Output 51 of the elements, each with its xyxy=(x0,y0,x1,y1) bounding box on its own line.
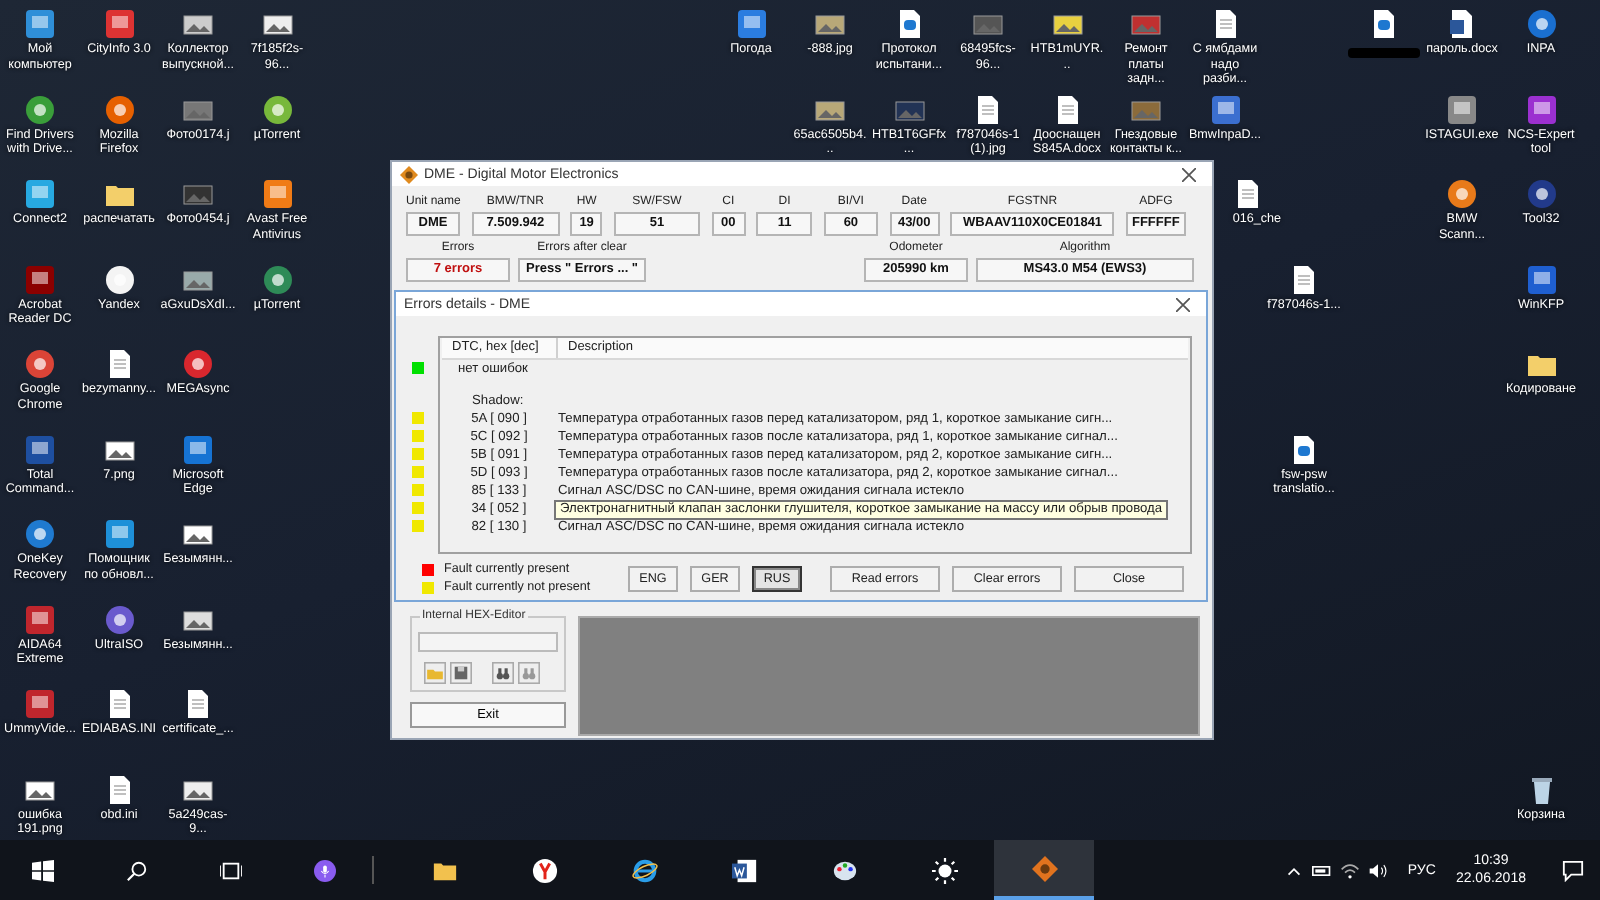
close-icon[interactable] xyxy=(1182,167,1196,181)
browser-icon xyxy=(631,857,657,883)
app-icon[interactable] xyxy=(103,93,135,125)
document-app-icon xyxy=(731,857,757,883)
app-icon[interactable] xyxy=(24,433,56,465)
app-icon[interactable] xyxy=(24,603,56,635)
diamond-app-icon xyxy=(1031,855,1057,881)
document-icon[interactable] xyxy=(182,688,214,720)
task-view-icon[interactable] xyxy=(220,859,242,881)
app-icon[interactable] xyxy=(103,8,135,40)
close-icon[interactable] xyxy=(1176,297,1190,311)
app-icon[interactable] xyxy=(24,348,56,380)
app-icon[interactable] xyxy=(24,688,56,720)
document-icon[interactable] xyxy=(1288,433,1320,465)
app-icon[interactable] xyxy=(103,518,135,550)
binoculars-icon[interactable] xyxy=(492,662,514,684)
app-icon[interactable] xyxy=(1525,263,1557,295)
app-icon[interactable] xyxy=(261,263,293,295)
app-icon xyxy=(400,165,418,183)
app-icon[interactable] xyxy=(182,348,214,380)
app-icon[interactable] xyxy=(1525,178,1557,210)
document-icon[interactable] xyxy=(972,93,1004,125)
document-icon[interactable] xyxy=(1446,8,1478,40)
search-icon[interactable] xyxy=(126,859,148,881)
app-icon[interactable] xyxy=(261,178,293,210)
speaker-icon[interactable] xyxy=(1367,861,1388,879)
hex-input-field[interactable] xyxy=(418,632,558,652)
notification-icon[interactable] xyxy=(1562,859,1584,881)
microphone-icon[interactable] xyxy=(314,859,336,881)
app-icon[interactable] xyxy=(1525,93,1557,125)
palette-icon xyxy=(831,857,857,883)
battery-icon[interactable] xyxy=(1311,861,1332,879)
app-icon[interactable] xyxy=(1525,8,1557,40)
wifi-icon[interactable] xyxy=(1339,861,1360,879)
app-icon[interactable] xyxy=(103,603,135,635)
document-icon[interactable] xyxy=(1288,263,1320,295)
app-icon[interactable] xyxy=(24,8,56,40)
windows-start-icon[interactable] xyxy=(32,859,54,881)
app-icon[interactable] xyxy=(24,178,56,210)
app-icon[interactable] xyxy=(261,93,293,125)
browser-icon xyxy=(531,857,557,883)
app-icon[interactable] xyxy=(735,8,767,40)
app-icon[interactable] xyxy=(24,518,56,550)
app-icon[interactable] xyxy=(1209,93,1241,125)
app-icon[interactable] xyxy=(182,433,214,465)
app-icon[interactable] xyxy=(1446,93,1478,125)
sun-icon xyxy=(931,857,957,883)
save-icon[interactable] xyxy=(450,662,472,684)
app-icon[interactable] xyxy=(1446,178,1478,210)
app-icon[interactable] xyxy=(103,263,135,295)
app-icon[interactable] xyxy=(24,93,56,125)
